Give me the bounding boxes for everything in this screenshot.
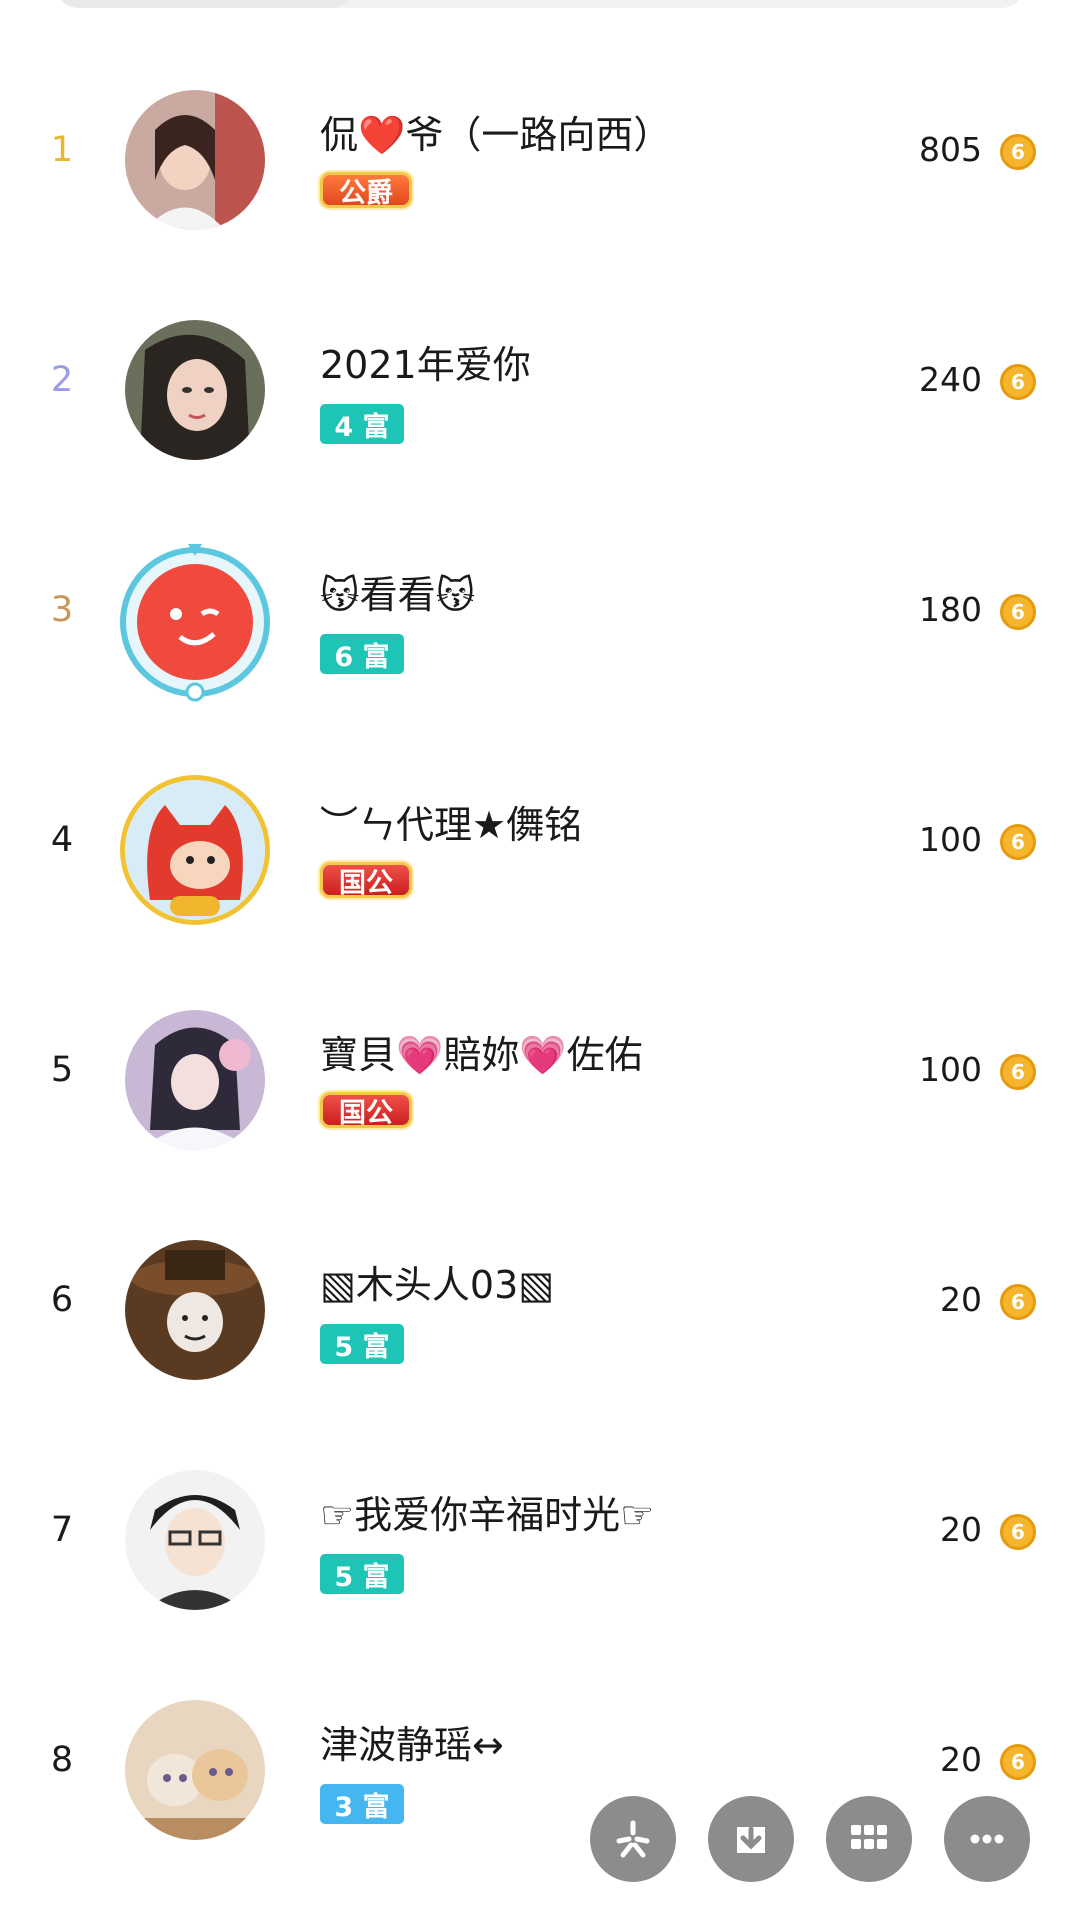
top-tab-active[interactable] bbox=[55, 0, 355, 8]
coin-icon: 6 bbox=[1000, 1054, 1036, 1090]
badge-label: 公爵 bbox=[339, 177, 393, 209]
coin-icon: 6 bbox=[1000, 364, 1036, 400]
rank-number: 7 bbox=[50, 1510, 74, 1550]
rank-number: 4 bbox=[50, 820, 74, 860]
ranking-row[interactable]: 2 2021年爱你 4 富 240 6 bbox=[0, 298, 1080, 528]
badge-label: 5 富 bbox=[334, 1561, 390, 1593]
user-name: ︶ㄣ代理★儛铭 bbox=[320, 803, 583, 847]
user-name: ▧木头人03▧ bbox=[320, 1263, 555, 1307]
noble-badge: 国公 bbox=[320, 1092, 412, 1129]
rank-number: 2 bbox=[50, 360, 74, 400]
contribution-score: 180 bbox=[919, 590, 982, 629]
floating-action-bar bbox=[590, 1796, 1030, 1882]
coin-icon: 6 bbox=[1000, 594, 1036, 630]
grid-icon bbox=[851, 1825, 887, 1849]
user-name: 寶貝💗賠妳💗佐佑 bbox=[320, 1033, 643, 1077]
wealth-level-badge: 4 富 bbox=[320, 404, 404, 444]
coin-icon: 6 bbox=[1000, 1514, 1036, 1550]
badge-label: 国公 bbox=[339, 867, 393, 899]
download-icon bbox=[737, 1826, 765, 1853]
top-tab-bar[interactable] bbox=[55, 0, 1025, 8]
rank-number: 8 bbox=[50, 1740, 74, 1780]
ranking-row[interactable]: 3 😽看看😽 6 富 180 6 bbox=[0, 528, 1080, 758]
avatar[interactable] bbox=[125, 1470, 265, 1610]
sparkle-button[interactable] bbox=[590, 1796, 676, 1882]
contribution-score: 20 bbox=[940, 1280, 982, 1319]
avatar[interactable] bbox=[125, 320, 265, 460]
user-name: ☞我爱你辛福时光☞ bbox=[320, 1493, 655, 1537]
user-name: 津波静瑶↔ bbox=[320, 1723, 504, 1767]
rank-number: 5 bbox=[50, 1050, 74, 1090]
grid-button[interactable] bbox=[826, 1796, 912, 1882]
contribution-score: 100 bbox=[919, 820, 982, 859]
badge-label: 6 富 bbox=[334, 641, 390, 673]
contribution-score: 20 bbox=[940, 1740, 982, 1779]
noble-badge: 公爵 bbox=[320, 172, 412, 209]
badge-label: 4 富 bbox=[334, 411, 390, 443]
avatar[interactable] bbox=[125, 90, 265, 230]
avatar[interactable] bbox=[125, 1240, 265, 1380]
ranking-row[interactable]: 1 侃❤️爷（一路向西） 公爵 805 6 bbox=[0, 68, 1080, 298]
badge-label: 国公 bbox=[339, 1097, 393, 1129]
wealth-level-badge: 5 富 bbox=[320, 1554, 404, 1594]
contribution-score: 240 bbox=[919, 360, 982, 399]
more-button[interactable] bbox=[944, 1796, 1030, 1882]
badge-label: 5 富 bbox=[334, 1331, 390, 1363]
user-name: 😽看看😽 bbox=[320, 573, 476, 617]
rank-number: 1 bbox=[50, 130, 74, 170]
wealth-level-badge: 5 富 bbox=[320, 1324, 404, 1364]
sparkle-icon bbox=[616, 1820, 650, 1858]
avatar[interactable] bbox=[125, 1700, 265, 1840]
contribution-ranking-list: 1 侃❤️爷（一路向西） 公爵 805 6 2 2021年爱你 4 富 240 … bbox=[0, 68, 1080, 1908]
wealth-level-badge: 3 富 bbox=[320, 1784, 404, 1824]
ranking-row[interactable]: 5 寶貝💗賠妳💗佐佑 国公 100 6 bbox=[0, 988, 1080, 1218]
ranking-row[interactable]: 6 ▧木头人03▧ 5 富 20 6 bbox=[0, 1218, 1080, 1448]
badge-label: 3 富 bbox=[334, 1791, 390, 1823]
coin-icon: 6 bbox=[1000, 1744, 1036, 1780]
contribution-score: 805 bbox=[919, 130, 982, 169]
avatar[interactable] bbox=[125, 780, 265, 920]
download-button[interactable] bbox=[708, 1796, 794, 1882]
contribution-score: 20 bbox=[940, 1510, 982, 1549]
coin-icon: 6 bbox=[1000, 1284, 1036, 1320]
rank-number: 6 bbox=[50, 1280, 74, 1320]
contribution-score: 100 bbox=[919, 1050, 982, 1089]
user-name: 2021年爱你 bbox=[320, 343, 531, 387]
avatar[interactable] bbox=[125, 1010, 265, 1150]
ranking-row[interactable]: 7 ☞我爱你辛福时光☞ 5 富 20 6 bbox=[0, 1448, 1080, 1678]
rank-number: 3 bbox=[50, 590, 74, 630]
coin-icon: 6 bbox=[1000, 134, 1036, 170]
user-name: 侃❤️爷（一路向西） bbox=[320, 113, 672, 157]
more-icon bbox=[970, 1834, 1004, 1844]
avatar[interactable] bbox=[118, 542, 272, 702]
noble-badge: 国公 bbox=[320, 862, 412, 899]
wealth-level-badge: 6 富 bbox=[320, 634, 404, 674]
ranking-row[interactable]: 4 ︶ㄣ代理★儛铭 国公 100 6 bbox=[0, 758, 1080, 988]
coin-icon: 6 bbox=[1000, 824, 1036, 860]
